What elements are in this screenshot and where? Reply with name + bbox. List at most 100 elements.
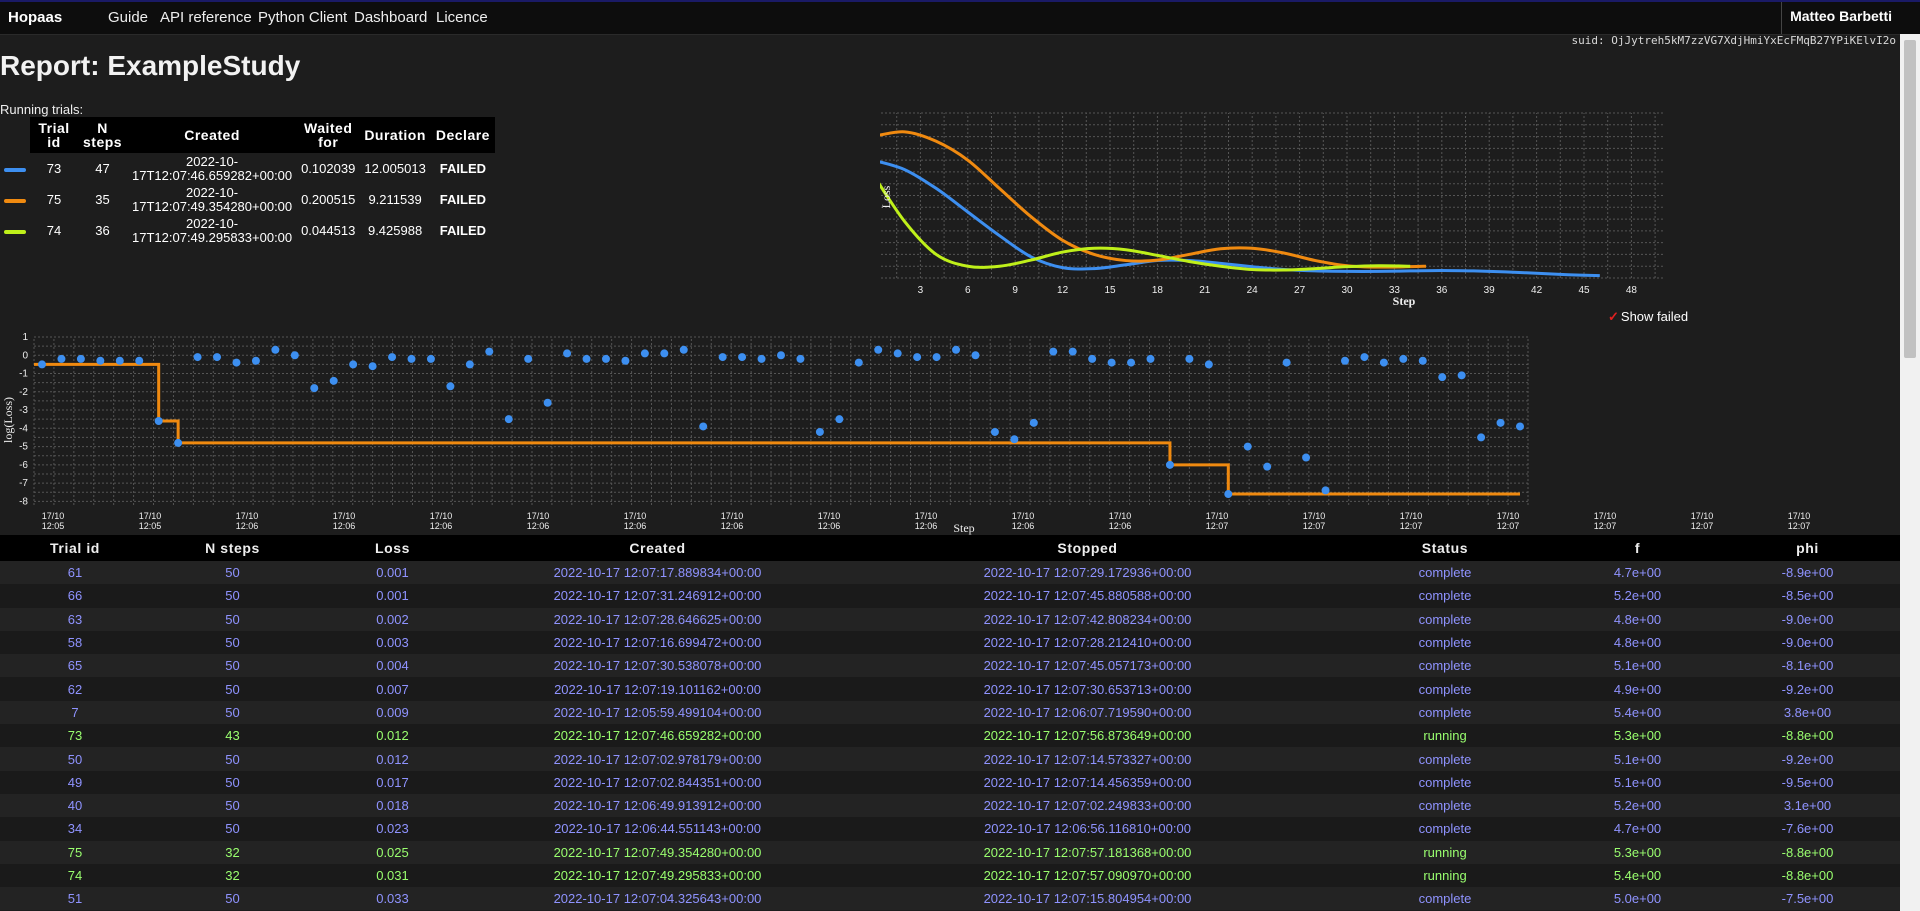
trial-point[interactable] <box>738 353 747 362</box>
trial-point[interactable] <box>796 354 805 363</box>
trial-point[interactable] <box>407 354 416 363</box>
table-row[interactable]: 66 50 0.001 2022-10-17 12:07:31.246912+00:0… <box>0 584 1900 608</box>
trial-point[interactable] <box>446 382 455 391</box>
header-stopped[interactable]: Stopped <box>845 535 1330 561</box>
trial-point[interactable] <box>563 349 572 358</box>
trial-point[interactable] <box>193 353 202 362</box>
trial-point[interactable] <box>504 415 513 424</box>
header-phi[interactable]: phi <box>1715 535 1900 561</box>
table-row[interactable]: 49 50 0.017 2022-10-17 12:07:02.844351+00:0… <box>0 770 1900 794</box>
trial-point[interactable] <box>271 345 280 354</box>
table-row[interactable]: 40 50 0.018 2022-10-17 12:06:49.913912+00:0… <box>0 793 1900 818</box>
trial-point[interactable] <box>465 360 474 369</box>
trial-point[interactable] <box>1516 422 1524 431</box>
trial-point[interactable] <box>1243 442 1252 451</box>
table-row[interactable]: 58 50 0.003 2022-10-17 12:07:16.699472+00:0… <box>0 630 1900 655</box>
loss-series-line[interactable] <box>880 174 1411 272</box>
loss-series-line[interactable] <box>880 130 1427 269</box>
scrollbar-thumb[interactable] <box>1904 40 1916 358</box>
table-row[interactable]: 34 50 0.023 2022-10-17 12:06:44.551143+00:0… <box>0 817 1900 841</box>
trial-point[interactable] <box>1029 418 1038 427</box>
trial-point[interactable] <box>1165 460 1174 469</box>
header-n-steps[interactable]: N steps <box>150 535 315 561</box>
user-menu[interactable]: Matteo Barbetti <box>1781 2 1900 34</box>
header-status[interactable]: Status <box>1330 535 1560 561</box>
trial-point[interactable] <box>1088 354 1097 363</box>
trial-point[interactable] <box>1204 360 1213 369</box>
trial-point[interactable] <box>115 356 124 365</box>
trial-point[interactable] <box>952 345 961 354</box>
trial-point[interactable] <box>251 356 260 365</box>
trial-point[interactable] <box>990 427 999 436</box>
trial-point[interactable] <box>660 349 669 358</box>
trial-point[interactable] <box>699 422 708 431</box>
nav-link-python-client[interactable]: Python Client <box>258 9 347 26</box>
trial-point[interactable] <box>1146 354 1155 363</box>
trial-point[interactable] <box>582 354 591 363</box>
nav-link-licence[interactable]: Licence <box>436 9 488 26</box>
trial-point[interactable] <box>1049 347 1058 356</box>
trial-point[interactable] <box>1418 356 1427 365</box>
trial-point[interactable] <box>154 417 163 425</box>
trial-point[interactable] <box>757 354 766 363</box>
trial-point[interactable] <box>1185 354 1194 363</box>
table-row[interactable]: 50 50 0.012 2022-10-17 12:07:02.978179+00:0… <box>0 747 1900 771</box>
trial-point[interactable] <box>426 354 435 363</box>
nav-link-api-reference[interactable]: API reference <box>160 9 252 26</box>
trial-point[interactable] <box>290 351 299 360</box>
trial-point[interactable] <box>1438 373 1447 382</box>
trial-point[interactable] <box>310 384 319 393</box>
trial-point[interactable] <box>971 351 980 360</box>
header-created[interactable]: Created <box>470 535 845 561</box>
trial-point[interactable] <box>874 345 883 354</box>
trial-point[interactable] <box>1340 356 1349 365</box>
trial-point[interactable] <box>1107 358 1116 367</box>
trial-point[interactable] <box>718 353 727 362</box>
nav-link-guide[interactable]: Guide <box>108 9 148 26</box>
trial-point[interactable] <box>1010 435 1019 444</box>
trial-point[interactable] <box>932 353 941 362</box>
declare-failed-button[interactable]: FAILED <box>431 215 495 246</box>
trial-point[interactable] <box>96 356 105 365</box>
trial-point[interactable] <box>913 353 922 362</box>
trial-point[interactable] <box>1379 358 1388 367</box>
nav-link-dashboard[interactable]: Dashboard <box>354 9 427 26</box>
trial-point[interactable] <box>57 354 66 363</box>
header-loss[interactable]: Loss <box>315 535 470 561</box>
table-row[interactable]: 63 50 0.002 2022-10-17 12:07:28.646625+00:0… <box>0 607 1900 631</box>
brand-logo[interactable]: Hopaas <box>8 9 62 26</box>
header-trial-id[interactable]: Trial id <box>0 535 150 561</box>
table-row[interactable]: 74 32 0.031 2022-10-17 12:07:49.295833+00:0… <box>0 863 1900 888</box>
trial-point[interactable] <box>1282 358 1291 367</box>
table-row[interactable]: 62 50 0.007 2022-10-17 12:07:19.101162+00:0… <box>0 677 1900 701</box>
trial-point[interactable] <box>76 354 85 363</box>
trial-point[interactable] <box>1477 433 1486 442</box>
trial-point[interactable] <box>621 356 630 365</box>
table-row[interactable]: 61 50 0.001 2022-10-17 12:07:17.889834+00:0… <box>0 561 1900 585</box>
table-row[interactable]: 65 50 0.004 2022-10-17 12:07:30.538078+00:0… <box>0 654 1900 678</box>
trial-point[interactable] <box>893 349 902 358</box>
show-failed-toggle[interactable]: ✓ Show failed <box>1608 309 1688 325</box>
trial-point[interactable] <box>213 353 222 362</box>
trial-point[interactable] <box>777 351 785 360</box>
trial-point[interactable] <box>1263 462 1272 471</box>
trial-point[interactable] <box>679 345 688 354</box>
trial-point[interactable] <box>1127 358 1136 367</box>
trial-point[interactable] <box>329 376 338 385</box>
table-row[interactable]: 75 32 0.025 2022-10-17 12:07:49.354280+00:0… <box>0 840 1900 864</box>
trial-point[interactable] <box>524 354 533 363</box>
table-row[interactable]: 51 50 0.033 2022-10-17 12:07:04.325643+00:0… <box>0 887 1900 911</box>
table-row[interactable]: 73 43 0.012 2022-10-17 12:07:46.659282+00:0… <box>0 724 1900 748</box>
table-row[interactable]: 7 50 0.009 2022-10-17 12:05:59.499104+00:00… <box>0 700 1900 725</box>
trial-point[interactable] <box>1224 490 1233 499</box>
header-f[interactable]: f <box>1560 535 1715 561</box>
trial-point[interactable] <box>601 354 610 363</box>
trial-point[interactable] <box>854 358 863 367</box>
trial-point[interactable] <box>349 360 358 369</box>
page-scrollbar[interactable] <box>1900 34 1920 911</box>
trial-point[interactable] <box>1496 418 1505 427</box>
trial-point[interactable] <box>835 415 844 424</box>
declare-failed-button[interactable]: FAILED <box>431 184 495 215</box>
trial-point[interactable] <box>543 398 552 407</box>
trial-point[interactable] <box>1457 371 1466 380</box>
